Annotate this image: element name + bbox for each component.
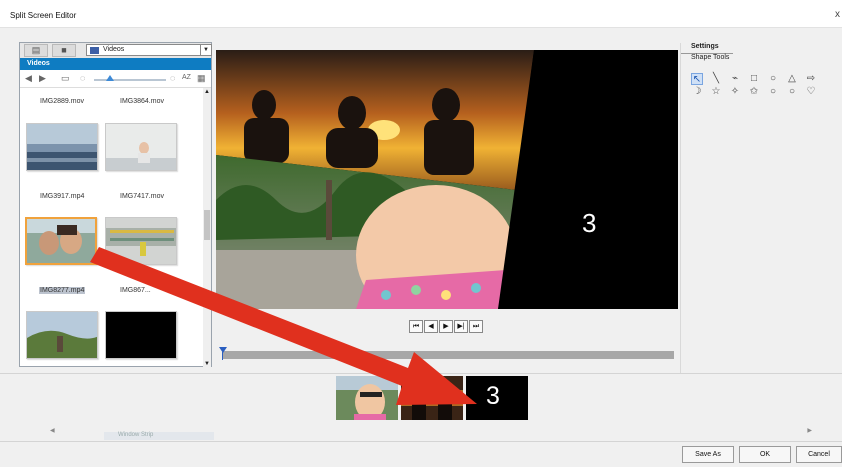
video-thumbnail-selfie[interactable]	[25, 217, 97, 265]
title-bar: Split Screen Editor x	[0, 0, 842, 28]
strip-ghost-label: Window Strip	[104, 432, 214, 440]
tab-settings[interactable]: Settings	[691, 43, 719, 50]
grid-view-icon[interactable]: ▦	[197, 73, 206, 84]
preview-panel-number: 3	[582, 208, 597, 238]
window-title: Split Screen Editor	[10, 11, 77, 20]
pointer-tool-icon[interactable]: ↖	[691, 73, 703, 85]
shape-tools-label: Shape Tools	[691, 54, 730, 61]
slider-knob[interactable]	[106, 75, 114, 81]
play-icon[interactable]: ▶	[439, 320, 453, 333]
video-label: IMG3864.mov	[120, 98, 164, 105]
selfie-image	[27, 219, 95, 263]
cancel-button[interactable]: Cancel	[796, 446, 842, 463]
step-back-icon[interactable]: ◀	[424, 320, 438, 333]
arrow-tool-icon[interactable]: ⇨	[805, 73, 817, 85]
video-thumbnail-store[interactable]	[105, 217, 177, 265]
ring-tool-icon[interactable]: ○	[786, 86, 798, 98]
star-tool-icon[interactable]: ☆	[710, 86, 722, 98]
sea-image	[27, 124, 97, 170]
library-toolbar: ◀ ▶ ▭ ◌ ◌ AZ ▦	[20, 70, 211, 88]
timeline-scrubber[interactable]	[222, 351, 674, 359]
thumbnail-size-slider[interactable]	[94, 79, 166, 81]
forward-arrow-icon[interactable]: ▶	[39, 73, 46, 84]
triangle-tool-icon[interactable]: △	[786, 73, 798, 85]
skip-to-end-icon[interactable]: ⏭	[469, 320, 483, 333]
strip-panel-number: 3	[486, 382, 500, 410]
scroll-down-icon[interactable]: ▼	[204, 361, 210, 367]
strip-panel-1[interactable]	[336, 376, 398, 420]
strip-panel-3[interactable]: 3	[466, 376, 528, 420]
video-label: IMG867...	[120, 287, 151, 294]
scroll-right-icon[interactable]: ▶	[807, 427, 812, 434]
strip-image-sunset	[401, 376, 463, 420]
line-tool-icon[interactable]: ╲	[710, 73, 722, 85]
skip-to-start-icon[interactable]: ⏮	[409, 320, 423, 333]
step-forward-icon[interactable]: ▶|	[454, 320, 468, 333]
baby-image	[106, 124, 176, 170]
sort-az-icon[interactable]: AZ	[182, 74, 191, 81]
library-tab-bar: ▤ ■ Videos ▼	[20, 43, 212, 58]
playhead-line	[222, 352, 223, 360]
playhead-marker[interactable]	[219, 347, 227, 353]
folder-select-value: Videos	[103, 46, 125, 53]
strip-panel-2[interactable]	[401, 376, 463, 420]
freeform-tool-icon[interactable]: ⌁	[729, 73, 741, 85]
filmstrip-icon[interactable]: ▤	[24, 44, 48, 57]
strip-scrollbar[interactable]: ◀ Window Strip ▶	[46, 427, 814, 440]
library-header: Videos	[20, 58, 211, 70]
monitor-icon[interactable]: ▭	[61, 73, 70, 84]
store-image	[106, 218, 176, 264]
sparkle-tool-icon[interactable]: ✧	[729, 86, 741, 98]
circle-tool-icon[interactable]: ○	[767, 86, 779, 98]
scroll-up-icon[interactable]: ▲	[204, 89, 210, 95]
back-arrow-icon[interactable]: ◀	[25, 73, 32, 84]
save-as-button[interactable]: Save As	[682, 446, 734, 463]
rectangle-tool-icon[interactable]: □	[748, 73, 760, 85]
heart-tool-icon[interactable]: ♡	[805, 86, 817, 98]
settings-panel: Settings Shape Tools ↖ ╲ ⌁ □ ○ △ ⇨ ☽ ☆ ✧…	[680, 43, 842, 373]
library-scrollbar[interactable]: ▲ ▼	[203, 88, 211, 367]
split-screen-preview	[216, 50, 678, 309]
strip-image-girl	[336, 376, 398, 420]
video-label: IMG3917.mp4	[40, 193, 85, 200]
video-folder-icon	[90, 47, 99, 54]
scroll-left-icon[interactable]: ◀	[50, 427, 55, 434]
zoom-in-icon[interactable]: ◌	[170, 73, 175, 83]
close-icon[interactable]: x	[835, 9, 840, 20]
preview-canvas[interactable]: 3	[216, 50, 678, 309]
video-label-selected: IMG8277.mp4	[39, 287, 86, 294]
chevron-down-icon[interactable]: ▼	[200, 45, 211, 55]
video-thumbnail-landscape[interactable]	[26, 311, 98, 359]
media-library-panel: ▤ ■ Videos ▼ Videos ◀ ▶ ▭ ◌ ◌ AZ ▦ IMG28…	[19, 42, 212, 367]
video-thumbnail-sea[interactable]	[26, 123, 98, 171]
video-thumbnail-black[interactable]	[105, 311, 177, 359]
zoom-out-icon[interactable]: ◌	[80, 73, 85, 83]
burst-tool-icon[interactable]: ✩	[748, 86, 760, 98]
landscape-image	[27, 312, 97, 358]
folder-select[interactable]: Videos ▼	[86, 44, 212, 56]
video-label: IMG7417.mov	[120, 193, 164, 200]
moon-tool-icon[interactable]: ☽	[691, 86, 703, 98]
ok-button[interactable]: OK	[739, 446, 791, 463]
video-label: IMG2889.mov	[40, 98, 84, 105]
video-thumbnail-baby[interactable]	[105, 123, 177, 171]
folder-icon[interactable]: ■	[52, 44, 76, 57]
ellipse-tool-icon[interactable]: ○	[767, 73, 779, 85]
scroll-thumb[interactable]	[204, 210, 210, 240]
